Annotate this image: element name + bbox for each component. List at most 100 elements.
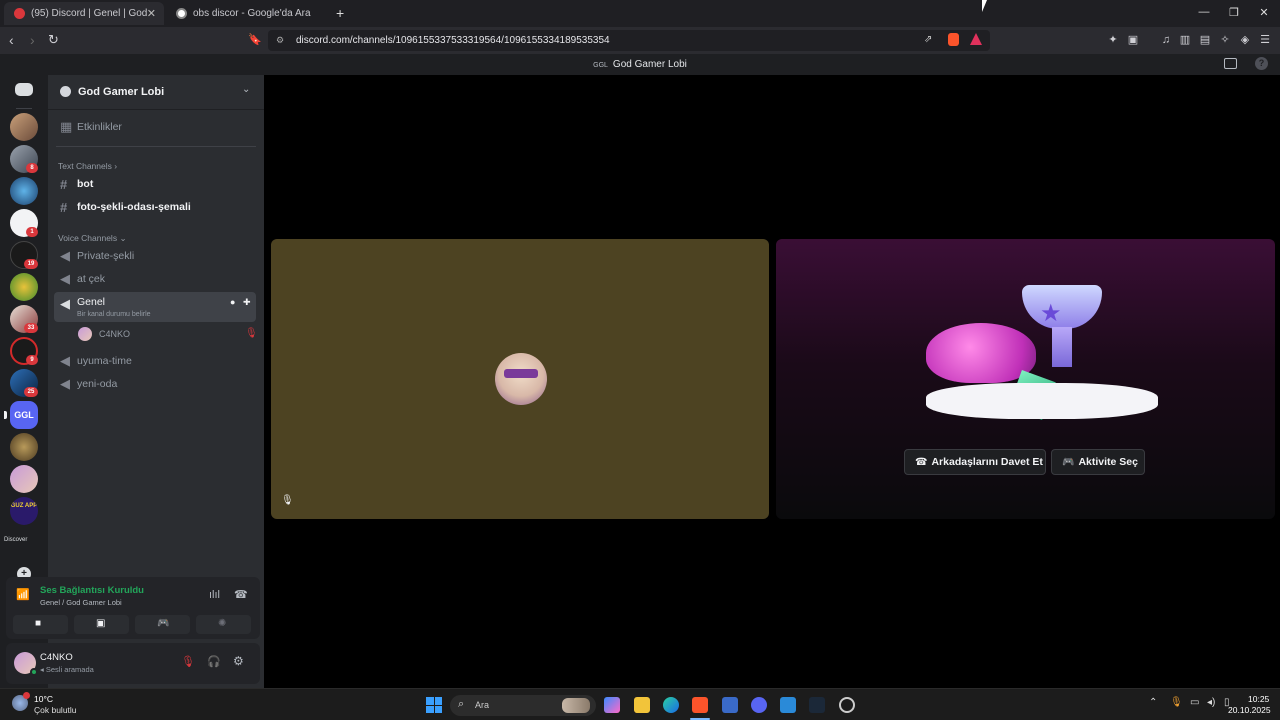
share-icon[interactable]: ⇗ — [924, 34, 932, 45]
address-bar[interactable]: ⚙ discord.com/channels/10961553375333195… — [268, 30, 990, 51]
headphones-icon[interactable]: 🎧 — [207, 655, 221, 668]
voice-channel-private[interactable]: ◀ Private-şekli — [54, 246, 256, 266]
forward-icon[interactable]: › — [30, 32, 35, 48]
voice-channel-yeni-oda[interactable]: ◀ yeni-oda — [54, 374, 256, 394]
close-tab-icon[interactable]: ✕ — [147, 7, 156, 20]
obs-icon[interactable] — [839, 697, 855, 713]
edge-icon[interactable] — [663, 697, 679, 713]
events-item[interactable]: ▦ Etkinlikler — [54, 117, 256, 137]
windows-start-icon[interactable] — [426, 697, 442, 713]
menu-icon[interactable]: ☰ — [1259, 34, 1271, 46]
mention-badge: 25 — [24, 387, 38, 397]
wallet2-icon[interactable]: ▤ — [1199, 34, 1211, 46]
help-icon[interactable]: ? — [1255, 57, 1268, 70]
microphone-icon[interactable]: 🎙 — [1170, 697, 1183, 708]
soundboard-button[interactable]: ✺ — [196, 615, 251, 634]
chevron-up-icon[interactable]: ⌃ — [1149, 697, 1157, 708]
speaker-icon: ◀ — [60, 376, 70, 391]
clock-time[interactable]: 10:25 — [1248, 694, 1269, 704]
voice-channel-genel[interactable]: ◀ Genel Bir kanal durumu belirle ● ✚ — [54, 292, 256, 322]
hash-icon: # — [60, 176, 68, 192]
wallet-icon[interactable]: ▣ — [1127, 34, 1139, 46]
minimize-icon[interactable]: — — [1197, 6, 1211, 18]
server-header[interactable]: God Gamer Lobi ⌄ — [48, 75, 264, 110]
network-icon[interactable]: ▭ — [1190, 697, 1199, 708]
store-icon[interactable] — [722, 697, 738, 713]
speaker-icon: ◀ — [60, 353, 70, 368]
sidebar-icon[interactable]: ▥ — [1179, 34, 1191, 46]
server-icon[interactable] — [10, 433, 38, 461]
voice-channel-at-cek[interactable]: ◀ at çek — [54, 269, 256, 289]
restore-icon[interactable]: ❐ — [1227, 6, 1241, 19]
participant-tile[interactable]: 🎙 — [271, 239, 769, 519]
brave-icon[interactable] — [692, 697, 708, 713]
disconnect-icon[interactable]: ☎ — [234, 588, 248, 601]
tab-discord[interactable]: (95) Discord | Genel | God Gamer ✕ — [4, 2, 164, 25]
search-icon: ⌕ — [458, 698, 465, 710]
voice-user-name[interactable]: C4NKO — [99, 329, 130, 339]
brave-shields-icon[interactable] — [948, 33, 959, 46]
reload-icon[interactable]: ↻ — [48, 32, 59, 48]
server-icon[interactable] — [10, 177, 38, 205]
discord-home-icon[interactable] — [15, 83, 33, 96]
app-icon[interactable] — [780, 697, 796, 713]
activity-tile: ★ — [776, 239, 1275, 519]
extensions-icon[interactable]: ✦ — [1107, 34, 1119, 46]
connection-location[interactable]: Genel / God Gamer Lobi — [40, 598, 122, 607]
voice-channel-uyuma[interactable]: ◀ uyuma-time — [54, 351, 256, 371]
invite-friends-button[interactable]: ☎ Arkadaşlarını Davet Et — [904, 449, 1046, 475]
search-highlight-image — [562, 698, 590, 713]
server-icon[interactable] — [10, 273, 38, 301]
inbox-icon[interactable] — [1224, 58, 1237, 69]
mute-mic-icon[interactable]: 🎙 — [181, 655, 195, 668]
chat-bubble-icon[interactable]: ● — [230, 297, 235, 307]
taskbar-search[interactable]: ⌕ Ara — [450, 695, 596, 716]
discord-app-icon[interactable] — [751, 697, 767, 713]
gamepad-icon: 🎮 — [1062, 456, 1075, 468]
discover-label[interactable]: Discover — [4, 537, 27, 543]
tab-google-search[interactable]: obs discor - Google'da Ara — [166, 2, 330, 25]
steam-icon[interactable] — [809, 697, 825, 713]
file-explorer-icon[interactable] — [634, 697, 650, 713]
mention-badge: 8 — [26, 163, 38, 173]
server-icon-ggl[interactable]: GGL — [10, 401, 38, 429]
rail-divider — [16, 108, 32, 109]
channel-status-text[interactable]: Bir kanal durumu belirle — [77, 311, 151, 318]
avatar[interactable] — [78, 327, 92, 341]
clock-date[interactable]: 20.10.2025 — [1228, 705, 1271, 715]
volume-icon[interactable]: ◂) — [1207, 697, 1215, 708]
activities-button[interactable]: 🎮 — [135, 615, 190, 634]
mention-badge: 1 — [26, 227, 38, 237]
media-icon[interactable]: ♫ — [1160, 34, 1172, 46]
server-icon-guz[interactable]: GUZ APP — [10, 497, 38, 525]
hash-icon: # — [60, 199, 68, 215]
site-settings-icon[interactable]: ⚙ — [276, 35, 284, 46]
copilot-icon[interactable] — [604, 697, 620, 713]
signal-icon[interactable]: 📶 — [16, 588, 30, 601]
category-voice-channels[interactable]: Voice Channels ⌄ — [58, 233, 127, 244]
choose-activity-button[interactable]: 🎮 Aktivite Seç — [1051, 449, 1145, 475]
bookmark-icon[interactable]: 🔖 — [248, 34, 262, 46]
browser-tab-bar: (95) Discord | Genel | God Gamer ✕ obs d… — [0, 0, 1280, 27]
add-member-icon[interactable]: ✚ — [243, 297, 251, 308]
server-icon[interactable] — [10, 113, 38, 141]
category-text-channels[interactable]: Text Channels › — [58, 161, 117, 171]
new-tab-plus-icon[interactable]: + — [336, 5, 344, 21]
noise-suppression-icon[interactable]: ılıl — [209, 589, 220, 601]
browser-toolbar: ‹ › ↻ 🔖 ⚙ discord.com/channels/109615533… — [0, 27, 1280, 54]
channel-foto[interactable]: # foto-şekli-odası-şemali — [54, 197, 256, 217]
channel-name: Genel — [77, 296, 106, 308]
sunglasses-shape — [504, 369, 538, 378]
screen-share-icon: ▣ — [96, 618, 106, 629]
channel-bot[interactable]: # bot — [54, 174, 256, 194]
camera-button[interactable]: ■ — [13, 615, 68, 634]
window-close-icon[interactable]: ✕ — [1257, 6, 1271, 19]
server-icon[interactable] — [10, 465, 38, 493]
user-name[interactable]: C4NKO — [40, 652, 73, 663]
settings-gear-icon[interactable]: ⚙ — [233, 654, 244, 668]
brave-rewards-icon[interactable] — [970, 33, 982, 45]
screen-share-button[interactable]: ▣ — [74, 615, 129, 634]
leo-ai-icon[interactable]: ✧ — [1219, 34, 1231, 46]
vpn-icon[interactable]: ◈ — [1239, 34, 1251, 46]
back-icon[interactable]: ‹ — [9, 32, 14, 48]
